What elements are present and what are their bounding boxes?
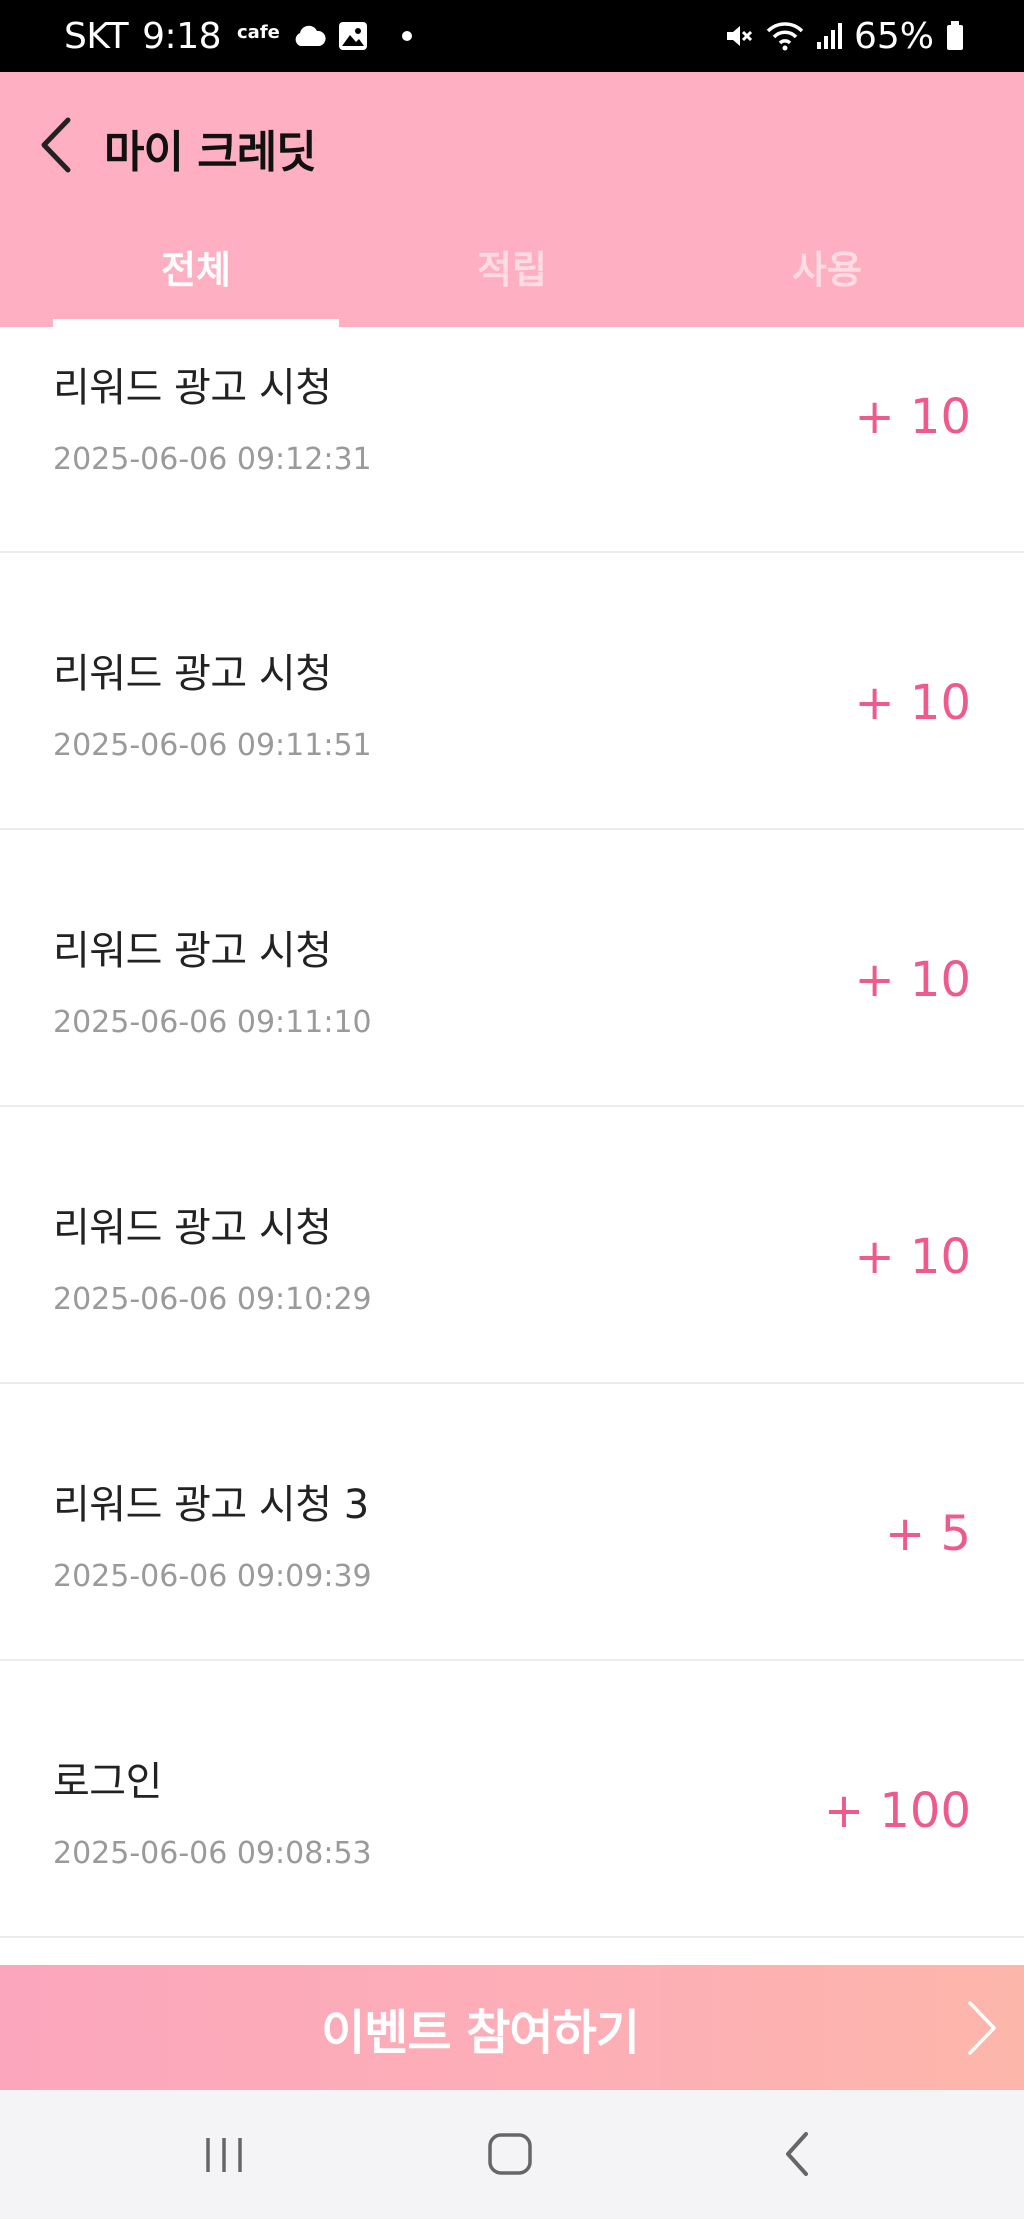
page-title: 마이 크레딧 bbox=[104, 127, 317, 178]
list-item[interactable]: 리워드 광고 시청 3 2025-06-06 09:09:39 + 5 bbox=[0, 1384, 1024, 1661]
image-icon bbox=[338, 21, 368, 51]
back-icon bbox=[786, 2132, 808, 2176]
wifi-icon bbox=[766, 21, 804, 51]
list-item[interactable]: 리워드 광고 시청 2025-06-06 09:11:10 + 10 bbox=[0, 830, 1024, 1107]
item-title: 리워드 광고 시청 3 bbox=[53, 1482, 369, 1528]
item-title: 리워드 광고 시청 bbox=[53, 365, 332, 411]
item-amount: + 10 bbox=[854, 675, 971, 731]
list-item[interactable]: 리워드 광고 시청 2025-06-06 09:10:29 + 10 bbox=[0, 1107, 1024, 1384]
chevron-left-icon bbox=[41, 117, 71, 173]
app-header: 마이 크레딧 전체 적립 사용 bbox=[0, 72, 1024, 327]
tab-earned[interactable]: 적립 bbox=[369, 232, 655, 327]
join-event-button[interactable]: 이벤트 참여하기 bbox=[0, 1965, 1024, 2090]
join-event-label: 이벤트 참여하기 bbox=[321, 2004, 640, 2061]
carrier-label: SKT bbox=[64, 15, 129, 57]
item-title: 리워드 광고 시청 bbox=[53, 928, 332, 974]
signal-icon bbox=[816, 22, 844, 50]
item-amount: + 10 bbox=[854, 952, 971, 1008]
status-bar-right: 65% bbox=[712, 16, 964, 57]
list-item[interactable]: 리워드 광고 시청 2025-06-06 09:11:51 + 10 bbox=[0, 553, 1024, 830]
item-amount: + 100 bbox=[823, 1783, 971, 1839]
status-bar-left: SKT 9:18 cafe bbox=[64, 16, 412, 57]
item-amount: + 5 bbox=[884, 1506, 971, 1562]
tab-used[interactable]: 사용 bbox=[684, 232, 970, 327]
status-bar: SKT 9:18 cafe 65% bbox=[0, 0, 1024, 72]
item-title: 리워드 광고 시청 bbox=[53, 1205, 332, 1251]
battery-icon bbox=[946, 21, 964, 51]
recent-apps-button[interactable] bbox=[200, 2130, 248, 2182]
cafe-notification-label: cafe bbox=[237, 21, 280, 43]
system-nav-bar bbox=[0, 2090, 1024, 2219]
back-button[interactable] bbox=[36, 110, 80, 180]
home-icon bbox=[488, 2133, 532, 2175]
mute-icon bbox=[724, 21, 754, 51]
item-amount: + 10 bbox=[854, 1229, 971, 1285]
chevron-right-icon bbox=[968, 2001, 996, 2055]
cloud-icon bbox=[292, 25, 326, 47]
tab-all[interactable]: 전체 bbox=[53, 232, 339, 327]
item-date: 2025-06-06 09:08:53 bbox=[53, 1836, 372, 1871]
battery-percentage: 65% bbox=[853, 15, 934, 57]
credit-history-list: 리워드 광고 시청 2025-06-06 09:12:31 + 10 리워드 광… bbox=[0, 327, 1024, 1938]
list-item[interactable]: 리워드 광고 시청 2025-06-06 09:12:31 + 10 bbox=[0, 327, 1024, 553]
dot-icon bbox=[401, 31, 412, 41]
item-title: 리워드 광고 시청 bbox=[53, 651, 332, 697]
home-button[interactable] bbox=[486, 2130, 534, 2182]
item-date: 2025-06-06 09:11:10 bbox=[53, 1005, 372, 1040]
system-back-button[interactable] bbox=[776, 2130, 820, 2182]
clock: 9:18 bbox=[142, 15, 221, 57]
item-date: 2025-06-06 09:11:51 bbox=[53, 728, 372, 763]
item-date: 2025-06-06 09:12:31 bbox=[53, 442, 372, 477]
tab-bar: 전체 적립 사용 bbox=[0, 232, 1024, 327]
item-title: 로그인 bbox=[53, 1759, 162, 1805]
list-item[interactable]: 로그인 2025-06-06 09:08:53 + 100 bbox=[0, 1661, 1024, 1938]
item-date: 2025-06-06 09:10:29 bbox=[53, 1282, 372, 1317]
recent-apps-icon bbox=[206, 2138, 242, 2172]
item-date: 2025-06-06 09:09:39 bbox=[53, 1559, 372, 1594]
item-amount: + 10 bbox=[854, 389, 971, 445]
